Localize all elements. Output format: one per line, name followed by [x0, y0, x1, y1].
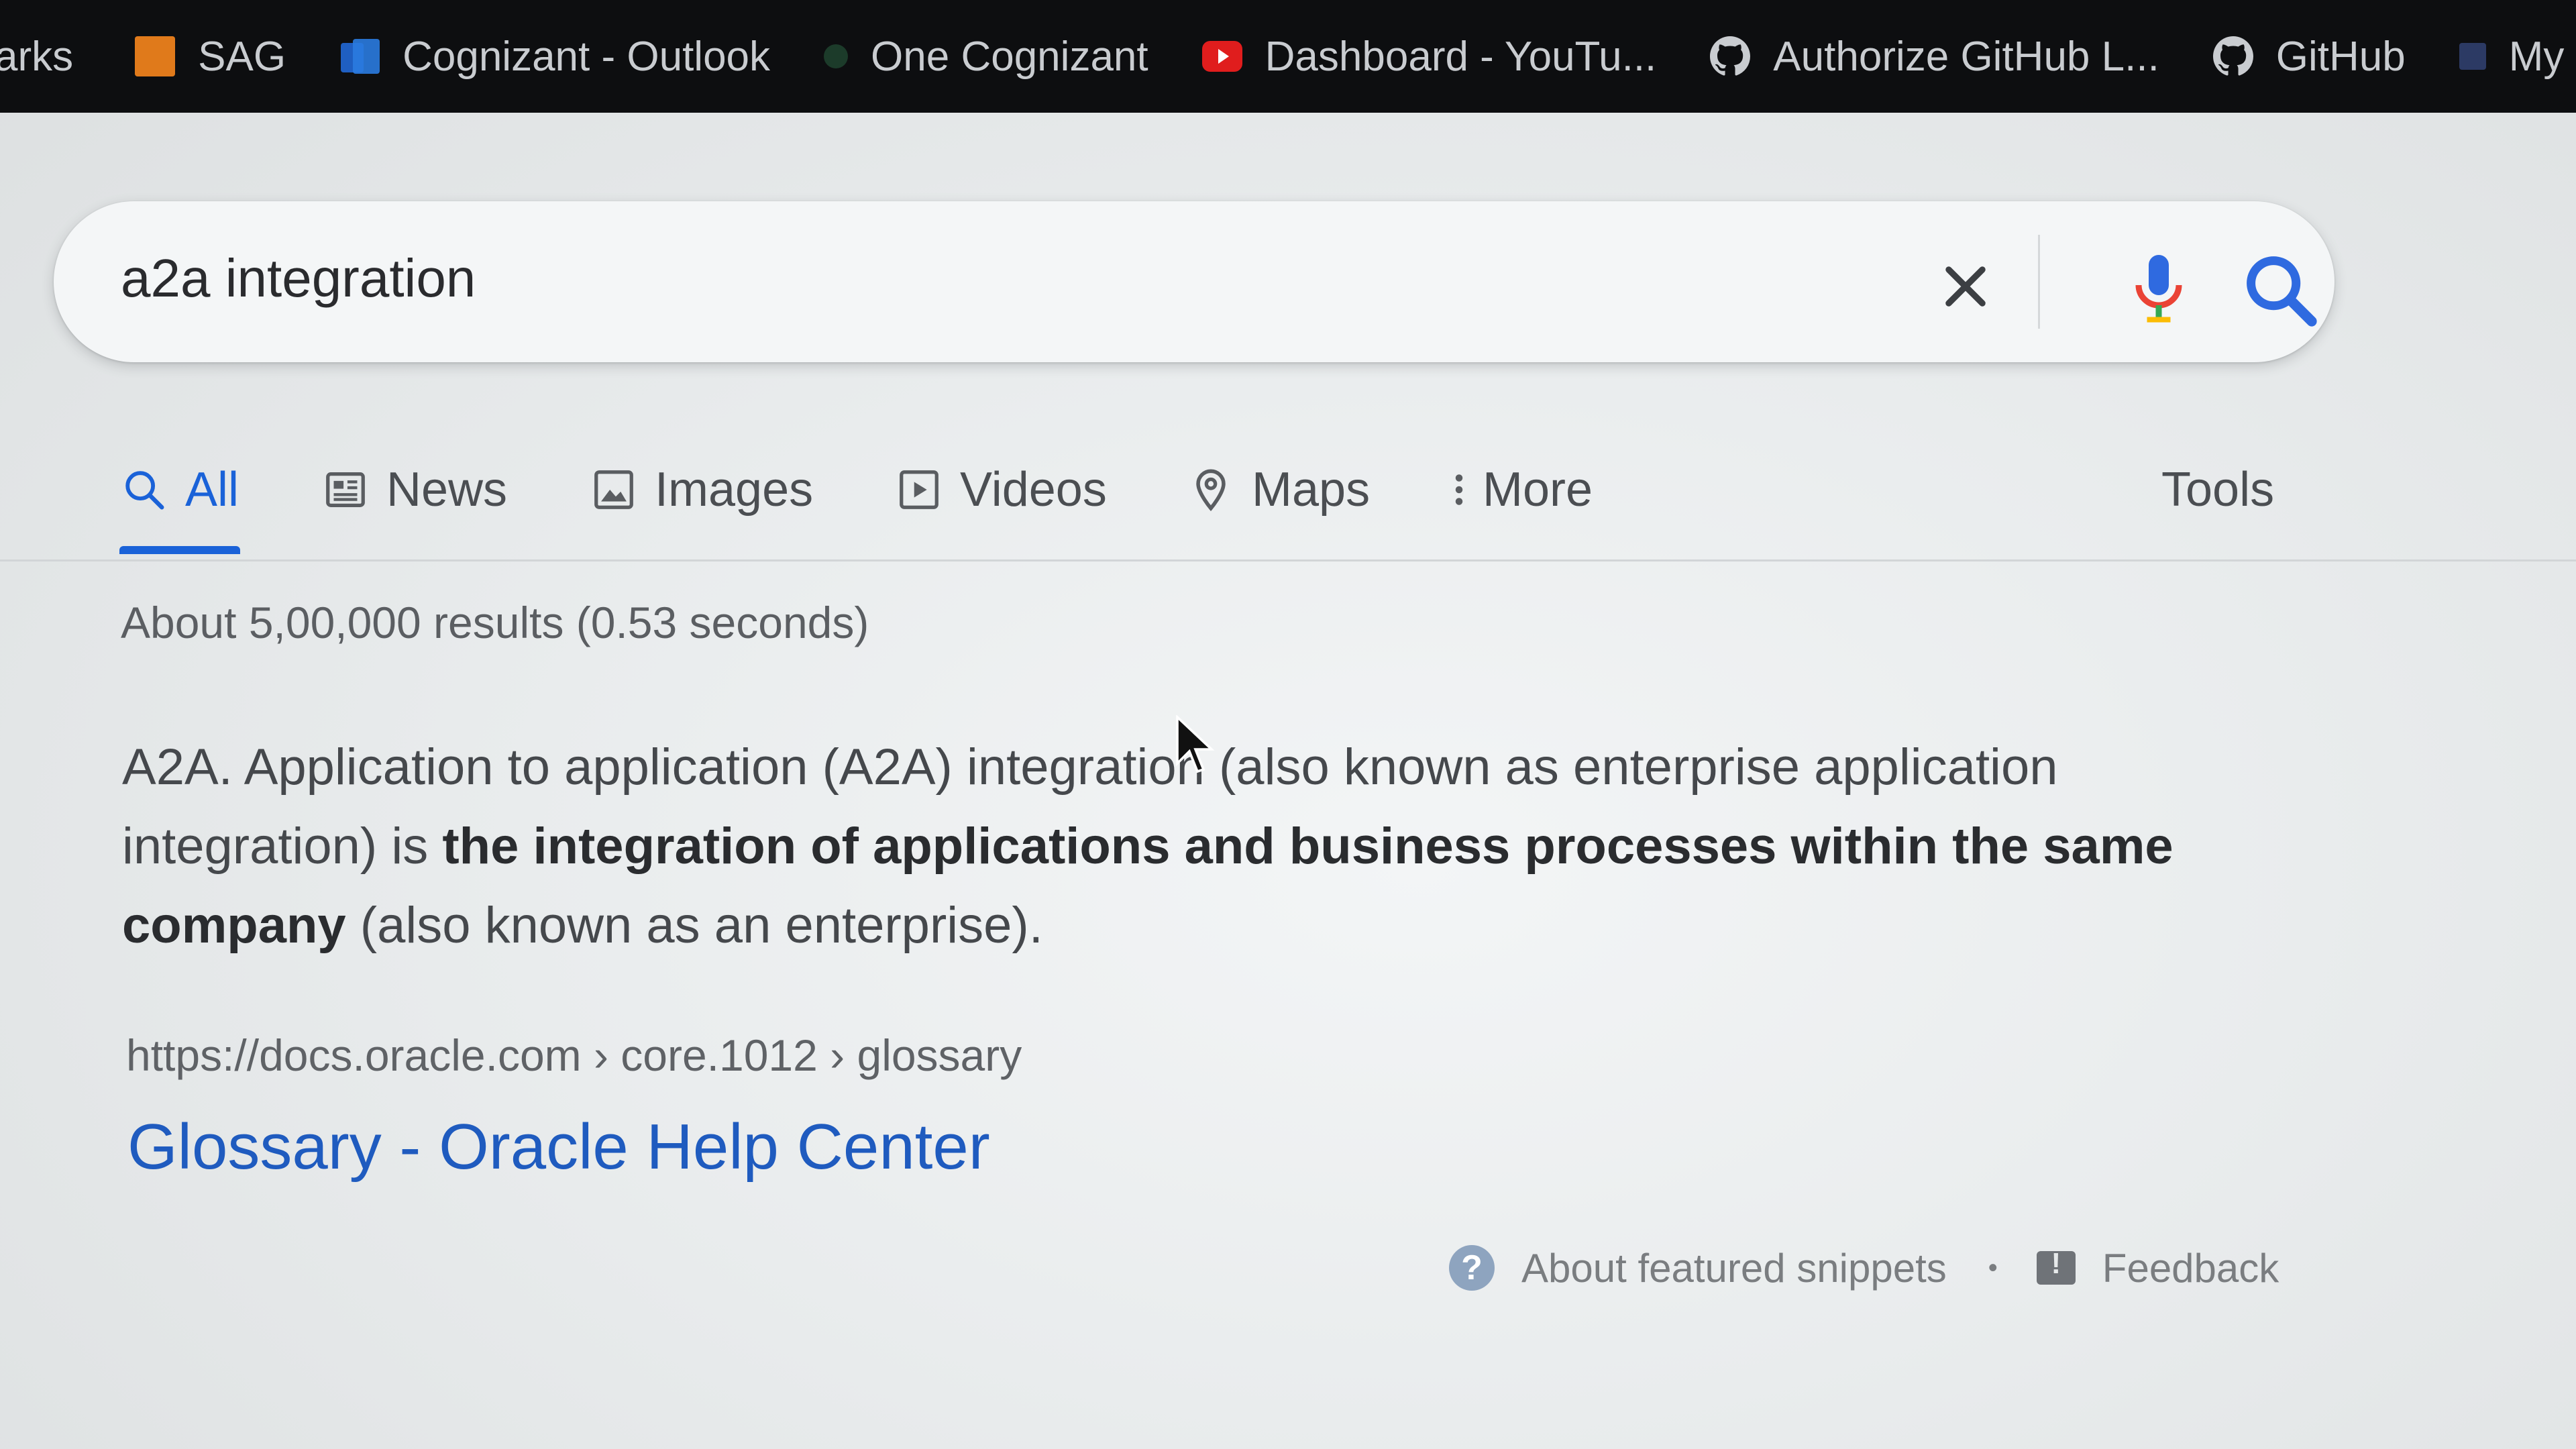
- microphone-icon: [2135, 255, 2182, 323]
- generic-icon: [2459, 43, 2486, 70]
- about-featured-snippets-link[interactable]: About featured snippets: [1521, 1245, 1947, 1291]
- tab-maps[interactable]: Maps: [1187, 456, 1370, 523]
- sag-icon: [135, 36, 176, 76]
- search-divider: [2038, 235, 2040, 329]
- snippet-footer: ? About featured snippets • Feedback: [1449, 1238, 2279, 1298]
- map-pin-icon: [1196, 469, 1226, 512]
- tabs-divider: [0, 559, 2576, 561]
- news-icon: [326, 472, 365, 507]
- bookmark-label: Cognizant - Outlook: [402, 33, 771, 80]
- search-icon: [125, 471, 164, 510]
- snippet-text: (also known as an enterprise).: [345, 897, 1043, 954]
- help-icon: ?: [1449, 1245, 1495, 1291]
- tab-label: More: [1483, 463, 1593, 517]
- github-icon: [1710, 36, 1751, 76]
- bookmark-label: GitHub: [2275, 33, 2406, 80]
- bookmark-authorize-github[interactable]: Authorize GitHub L...: [1710, 33, 2159, 80]
- tab-all[interactable]: All: [121, 456, 239, 523]
- bookmark-label: One Cognizant: [871, 33, 1148, 80]
- bookmark-label: arks: [0, 33, 74, 80]
- video-icon: [900, 470, 938, 509]
- bookmark-youtube-dashboard[interactable]: Dashboard - YouTu...: [1201, 33, 1657, 80]
- youtube-icon: [1201, 41, 1242, 72]
- search-submit-button[interactable]: [2237, 247, 2324, 334]
- separator-dot: •: [1988, 1252, 1998, 1283]
- bookmark-sag[interactable]: SAG: [135, 33, 286, 80]
- tab-news[interactable]: News: [322, 456, 507, 523]
- search-box: [54, 201, 2334, 362]
- bookmark-github[interactable]: GitHub: [2212, 33, 2406, 80]
- bookmark-label: Dashboard - YouTu...: [1265, 33, 1657, 80]
- tools-button[interactable]: Tools: [2161, 456, 2274, 523]
- feedback-link[interactable]: Feedback: [2102, 1245, 2279, 1291]
- tab-videos[interactable]: Videos: [896, 456, 1107, 523]
- tab-images[interactable]: Images: [590, 456, 813, 523]
- tab-label: All: [185, 463, 239, 517]
- tools-label: Tools: [2161, 463, 2275, 517]
- feedback-icon: [2036, 1247, 2076, 1285]
- search-input[interactable]: [121, 241, 1865, 315]
- tab-label: Maps: [1252, 463, 1371, 517]
- cognizant-icon: [824, 44, 849, 68]
- active-tab-indicator: [119, 546, 240, 554]
- mouse-cursor-icon: [1176, 715, 1215, 773]
- close-icon: [1945, 266, 1986, 307]
- bookmark-one-cognizant[interactable]: One Cognizant: [824, 33, 1148, 80]
- tab-label: News: [386, 463, 508, 517]
- bookmark-outlook[interactable]: Cognizant - Outlook: [339, 33, 770, 80]
- voice-search-button[interactable]: [2118, 248, 2199, 329]
- bookmark-label: My: [2508, 33, 2565, 80]
- tab-label: Videos: [960, 463, 1107, 517]
- tab-label: Images: [655, 463, 814, 517]
- bookmark-label: SAG: [198, 33, 286, 80]
- bookmarks-bar: arks SAG Cognizant - Outlook One Cogniza…: [0, 0, 2576, 113]
- bookmark-label: Authorize GitHub L...: [1773, 33, 2159, 80]
- search-tabs: All News Images Videos Maps More Tools: [0, 429, 2576, 564]
- bookmark-my[interactable]: My: [2459, 33, 2565, 80]
- result-url: https://docs.oracle.com › core.1012 › gl…: [126, 1030, 1022, 1080]
- clear-button[interactable]: [1929, 250, 2002, 323]
- search-icon: [2247, 256, 2317, 327]
- outlook-icon: [339, 36, 380, 76]
- result-title-link[interactable]: Glossary - Oracle Help Center: [127, 1110, 990, 1184]
- github-icon: [2212, 36, 2253, 76]
- more-vertical-icon: [1455, 474, 1463, 505]
- tab-more[interactable]: More: [1442, 456, 1593, 523]
- bookmark-item[interactable]: arks: [0, 33, 73, 80]
- image-icon: [594, 470, 633, 509]
- result-stats: About 5,00,000 results (0.53 seconds): [121, 598, 869, 647]
